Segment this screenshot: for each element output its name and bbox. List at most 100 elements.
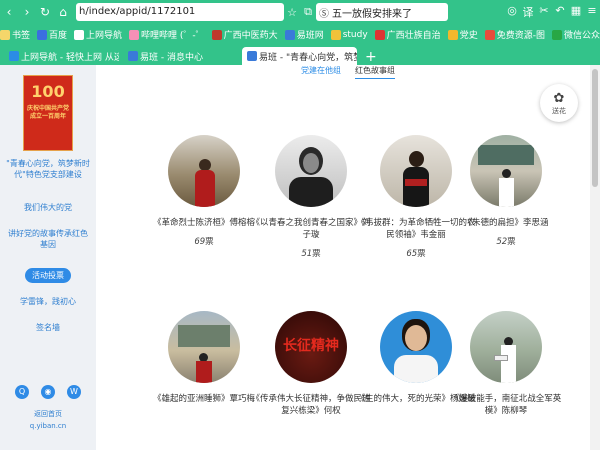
sidebar-link-leifeng[interactable]: 学雷锋，践初心 — [4, 296, 92, 307]
site-domain: q.yiban.cn — [29, 422, 67, 430]
flower-icon: ✿ — [553, 91, 565, 106]
flower-button[interactable]: ✿ 送花 — [540, 84, 578, 122]
entry-photo — [275, 135, 347, 207]
tab-favicon-icon — [9, 51, 19, 61]
entry-caption: 《以青春之我创青春之国家》刘子璇 — [251, 218, 371, 240]
party-logo: 100 庆祝中国共产党成立一百周年 — [23, 75, 73, 151]
back-home-link[interactable]: 返回首页 — [4, 409, 92, 420]
copy-icon[interactable]: ⧉ — [300, 5, 316, 19]
scrollbar-thumb[interactable] — [592, 69, 598, 187]
entry-card[interactable]: 《革命烈士陈济桓》傅榕榕 69票 — [144, 135, 264, 247]
tab-label: 易班 - 消息中心 — [140, 52, 203, 63]
forward-button[interactable]: › — [18, 5, 36, 19]
main-content: 党建在他组 红色故事组 ✿ 送花 《革命烈士陈济桓》傅榕榕 69票 《以青春之我… — [96, 65, 590, 450]
entry-card[interactable]: 长征精神 《传承伟大长征精神，争做民族复兴栋梁》何权 — [251, 311, 371, 417]
entry-card[interactable]: 《朱德的扁担》李思涵 52票 — [446, 135, 566, 247]
bookmark-favicon-icon — [211, 29, 222, 40]
bookmark-label: 免费资源-图 — [496, 31, 545, 41]
tab-navigation[interactable]: 上网导航 - 轻快上网 从这里开 — [4, 47, 119, 65]
entry-caption: 《朱德的扁担》李思涵 — [463, 218, 549, 228]
bookmark-favicon-icon — [374, 29, 385, 40]
bookmark-item[interactable]: study — [330, 29, 368, 40]
bookmark-label: 广西壮族自治 — [386, 31, 441, 41]
bookmark-item[interactable]: 广西壮族自治 — [374, 28, 441, 41]
bookmark-item[interactable]: 哔哩哔哩 (゜-゜ — [129, 28, 205, 41]
grid-icon[interactable]: ▦ — [568, 4, 584, 20]
vote-count: 51票 — [301, 249, 321, 259]
entry-card[interactable]: 《爆破能手，南征北战全军英模》陈柳琴 — [446, 311, 566, 417]
menu-icon[interactable]: ≡ — [584, 4, 600, 20]
bookmark-favicon-icon — [284, 29, 295, 40]
translate-icon[interactable]: 译 — [520, 4, 536, 20]
bookmark-label: study — [342, 29, 368, 40]
extension-icon[interactable]: ◎ — [504, 4, 520, 20]
entry-photo — [380, 135, 452, 207]
scissors-icon[interactable]: ✂ — [536, 4, 552, 20]
bookmark-item[interactable]: 百度 — [37, 28, 67, 41]
bookmark-item[interactable]: 上网导航 — [74, 28, 122, 41]
qq-icon[interactable]: Q — [15, 385, 29, 399]
bookmark-item[interactable]: 易班网 — [284, 28, 324, 41]
bookmark-favicon-icon — [551, 29, 562, 40]
tab-label: 上网导航 - 轻快上网 从这里开 — [21, 52, 119, 63]
bookmark-label: 哔哩哔哩 (゜-゜ — [141, 31, 205, 41]
logo-number: 100 — [31, 82, 65, 101]
bookmark-label: 微信公众平台 — [563, 31, 600, 41]
bookmark-favicon-icon — [447, 29, 458, 40]
entry-caption: 《爆破能手，南征北战全军英模》陈柳琴 — [450, 394, 562, 416]
entry-photo: 长征精神 — [275, 311, 347, 383]
bookmark-item[interactable]: 广西中医药大 — [211, 28, 278, 41]
bookmarks-bar: 书签 百度 上网导航 哔哩哔哩 (゜-゜ 广西中医药大 易班网 study 广西壮族自治 党史 免… — [0, 24, 600, 45]
search-box[interactable]: Ⓢ 五一放假安排来了 — [316, 3, 448, 21]
flower-label: 送花 — [552, 107, 566, 115]
share-icon[interactable]: ◉ — [41, 385, 55, 399]
entry-card[interactable]: 《以青春之我创青春之国家》刘子璇 51票 — [251, 135, 371, 259]
entry-caption: 《传承伟大长征精神，争做民族复兴栋梁》何权 — [251, 394, 371, 416]
tab-label: 易班 - "青春心向党，筑梦新" — [259, 52, 357, 63]
address-bar[interactable]: h/index/appid/1172101 — [76, 3, 284, 21]
vote-count: 52票 — [496, 237, 516, 247]
entry-card[interactable]: 《雄起的亚洲睡狮》覃巧梅 — [144, 311, 264, 405]
bookmark-favicon-icon — [37, 29, 48, 40]
category-tabs: 党建在他组 红色故事组 — [301, 65, 409, 79]
vote-count: 65票 — [406, 249, 426, 259]
bookmark-item[interactable]: 微信公众平台 — [551, 28, 600, 41]
vote-count: 69票 — [194, 237, 214, 247]
bookmark-label: 书签 — [12, 31, 31, 41]
page-scrollbar[interactable] — [590, 65, 600, 450]
bookmark-item[interactable]: 免费资源-图 — [484, 28, 545, 41]
search-engine-icon[interactable]: Ⓢ — [319, 5, 329, 20]
sidebar-link-party[interactable]: 我们伟大的党 — [4, 202, 92, 213]
tab-active[interactable]: 易班 - "青春心向党，筑梦新"× — [242, 47, 357, 65]
entry-photo — [470, 311, 542, 383]
back-button[interactable]: ‹ — [0, 5, 18, 19]
bookmark-item[interactable]: 书签 — [0, 28, 30, 41]
tab-message-center[interactable]: 易班 - 消息中心 — [123, 47, 238, 65]
weibo-icon[interactable]: W — [67, 385, 81, 399]
bookmark-star-icon[interactable]: ☆ — [284, 6, 300, 19]
poster-text: 长征精神 — [283, 338, 339, 354]
bookmark-label: 百度 — [49, 31, 68, 41]
sidebar-link-signature-wall[interactable]: 签名墙 — [4, 322, 92, 333]
sidebar: 100 庆祝中国共产党成立一百周年 "青春心向党，筑梦新时代"特色党支部建设 我… — [0, 65, 96, 450]
home-button[interactable]: ⌂ — [54, 5, 72, 19]
entry-caption: 《革命烈士陈济桓》傅榕榕 — [152, 218, 255, 228]
search-text: 五一放假安排来了 — [332, 8, 412, 20]
reload-button[interactable]: ↻ — [36, 5, 54, 19]
undo-icon[interactable]: ↶ — [552, 4, 568, 20]
entry-photo — [168, 311, 240, 383]
bookmark-favicon-icon — [330, 29, 341, 40]
entry-caption: 《雄起的亚洲睡狮》覃巧梅 — [152, 394, 255, 404]
vote-button[interactable]: 活动投票 — [25, 268, 71, 283]
bookmark-label: 党史 — [459, 31, 478, 41]
entry-photo — [380, 311, 452, 383]
tab-party-group[interactable]: 党建在他组 — [301, 65, 341, 79]
bookmark-item[interactable]: 党史 — [447, 28, 478, 41]
sidebar-link-stories[interactable]: 讲好党的故事传承红色基因 — [8, 228, 88, 250]
bookmark-label: 上网导航 — [86, 31, 123, 41]
new-tab-button[interactable]: + — [365, 49, 377, 65]
tab-red-story-group[interactable]: 红色故事组 — [355, 65, 395, 79]
logo-subtitle: 庆祝中国共产党成立一百周年 — [27, 105, 70, 120]
sidebar-title: "青春心向党，筑梦新时代"特色党支部建设 — [6, 159, 90, 179]
entry-photo — [470, 135, 542, 207]
